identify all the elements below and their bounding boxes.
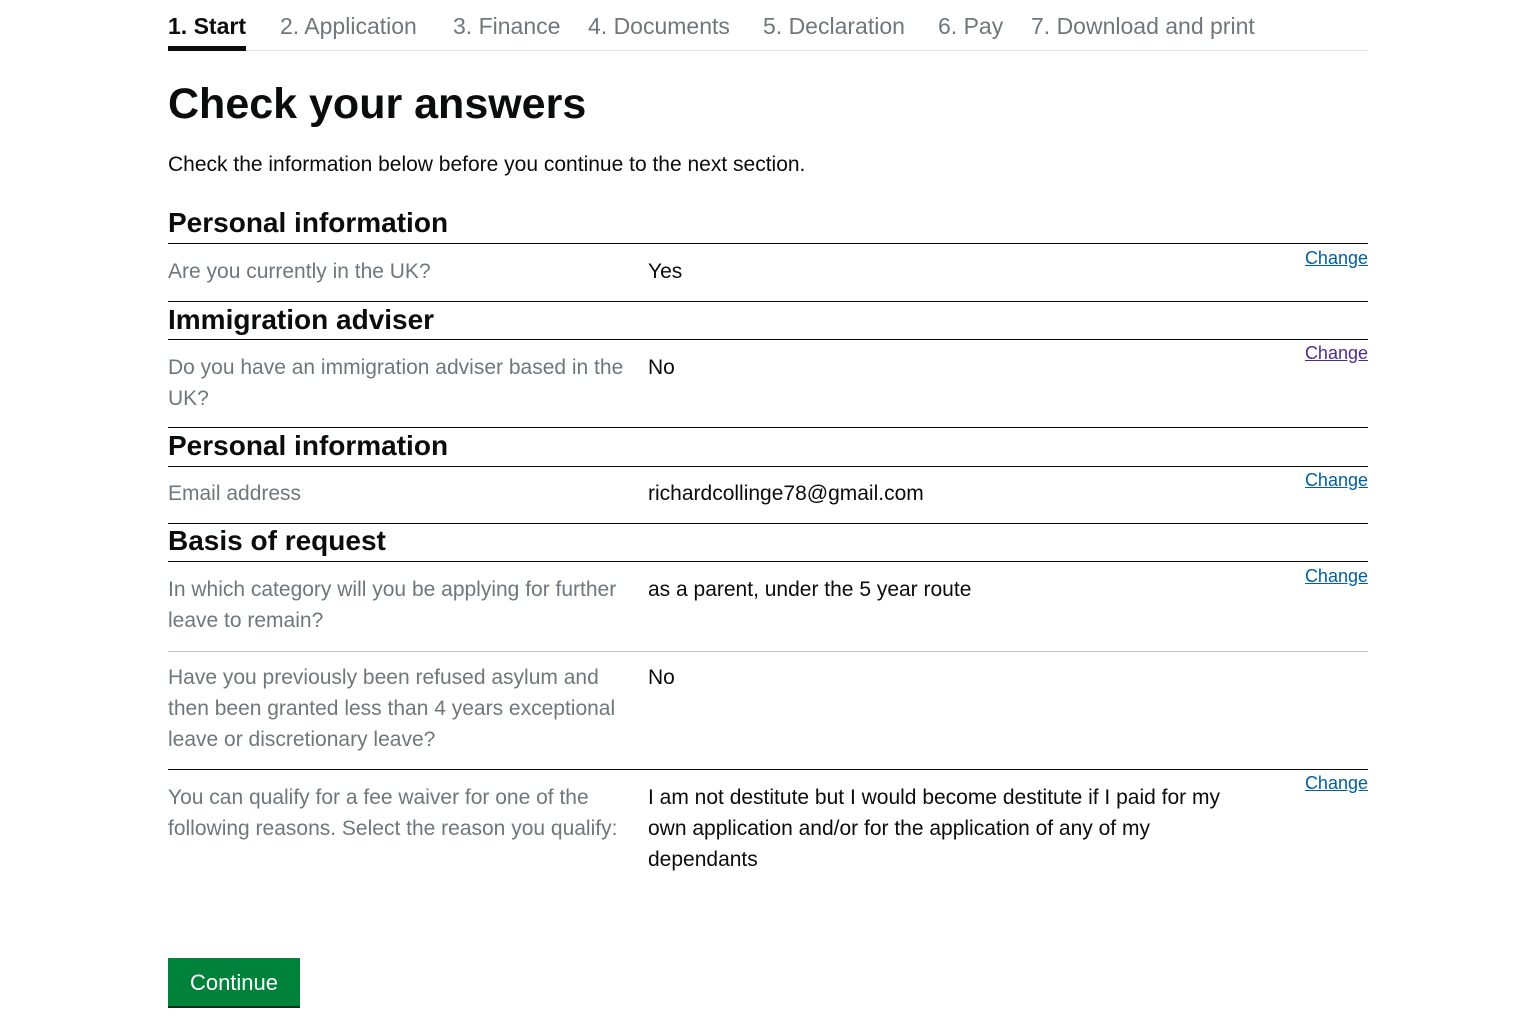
- change-link-email-address[interactable]: Change: [1305, 469, 1368, 491]
- row-divider: [168, 427, 1368, 428]
- question-refused-asylum: Have you previously been refused asylum …: [168, 666, 616, 751]
- step-pay[interactable]: 6. Pay: [938, 12, 1003, 40]
- section-title-personal-information-email: Personal information: [168, 430, 449, 461]
- answer-refused-asylum: No: [648, 666, 675, 689]
- step-navigation: 1. Start 2. Application 3. Finance 4. Do…: [168, 0, 1368, 51]
- step-download-and-print[interactable]: 7. Download and print: [1031, 12, 1255, 40]
- question-currently-in-uk: Are you currently in the UK?: [168, 260, 431, 283]
- row-divider: [168, 651, 1368, 652]
- answer-currently-in-uk: Yes: [648, 260, 683, 283]
- question-immigration-adviser: Do you have an immigration adviser based…: [168, 356, 624, 410]
- answer-email-address: richardcollinge78@gmail.com: [648, 482, 924, 505]
- page-title: Check your answers: [168, 80, 587, 128]
- question-category: In which category will you be applying f…: [168, 578, 617, 632]
- row-divider: [168, 523, 1368, 524]
- answer-fee-waiver-reason: I am not destitute but I would become de…: [648, 786, 1220, 871]
- change-link-category[interactable]: Change: [1305, 565, 1368, 587]
- section-divider: [168, 561, 1368, 562]
- question-email-address: Email address: [168, 482, 302, 505]
- section-title-basis-of-request: Basis of request: [168, 525, 386, 556]
- continue-button[interactable]: Continue: [168, 958, 300, 1006]
- step-start[interactable]: 1. Start: [168, 12, 246, 51]
- section-title-personal-information: Personal information: [168, 207, 449, 238]
- change-link-immigration-adviser[interactable]: Change: [1305, 342, 1368, 364]
- section-divider: [168, 243, 1368, 244]
- section-title-immigration-adviser: Immigration adviser: [168, 304, 435, 335]
- step-declaration[interactable]: 5. Declaration: [763, 12, 905, 40]
- row-divider: [168, 301, 1368, 302]
- step-application[interactable]: 2. Application: [280, 12, 417, 40]
- answer-immigration-adviser: No: [648, 356, 675, 379]
- question-fee-waiver-reason: You can qualify for a fee waiver for one…: [168, 786, 618, 840]
- main-content: 1. Start 2. Application 3. Finance 4. Do…: [168, 0, 1368, 1006]
- answer-category: as a parent, under the 5 year route: [648, 578, 972, 601]
- row-divider: [168, 769, 1368, 770]
- section-divider: [168, 466, 1368, 467]
- step-documents[interactable]: 4. Documents: [588, 12, 730, 40]
- step-finance[interactable]: 3. Finance: [453, 12, 560, 40]
- change-link-currently-in-uk[interactable]: Change: [1305, 247, 1368, 269]
- change-link-fee-waiver-reason[interactable]: Change: [1305, 772, 1368, 794]
- page-lead: Check the information below before you c…: [168, 153, 806, 176]
- section-divider: [168, 339, 1368, 340]
